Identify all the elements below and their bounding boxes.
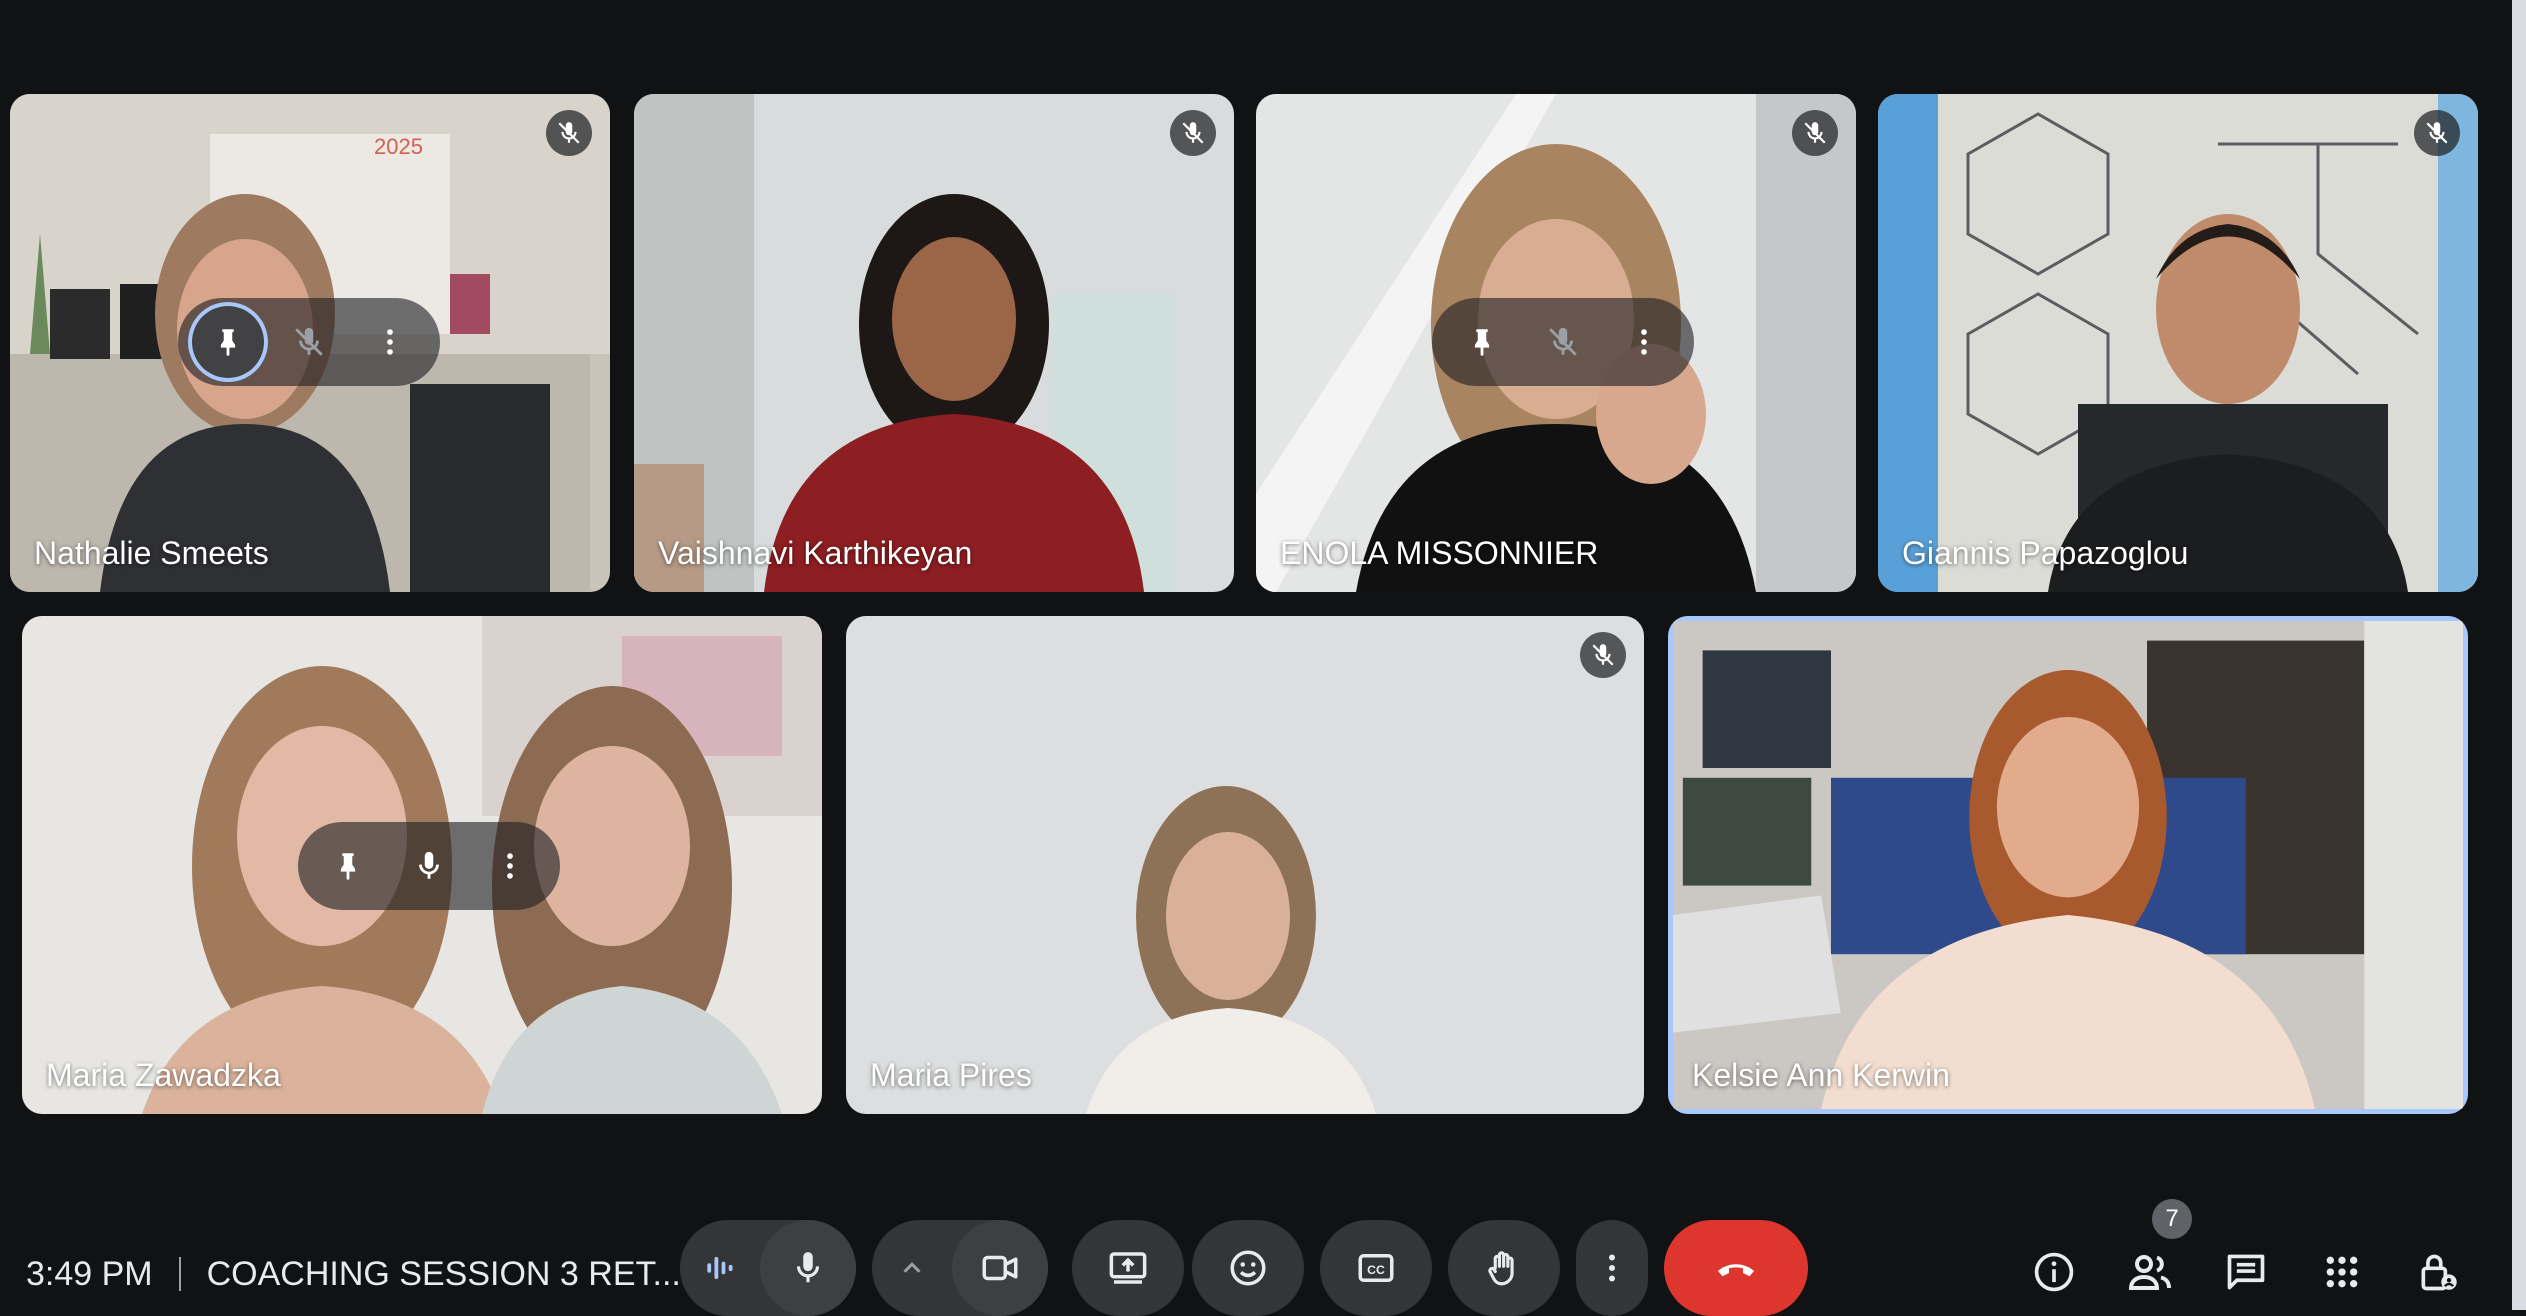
more-vert-icon (506, 853, 513, 879)
mute-indicator (1170, 110, 1216, 156)
participant-name: Giannis Papazoglou (1902, 535, 2189, 571)
meeting-details-button[interactable] (2022, 1240, 2086, 1304)
pin-button[interactable] (308, 826, 388, 906)
leave-call-button[interactable] (1664, 1220, 1808, 1316)
tile-hover-controls (178, 298, 440, 386)
chat-icon (2227, 1254, 2265, 1290)
mic-off-icon (295, 327, 323, 356)
raise-hand-icon (1488, 1251, 1514, 1286)
mic-off-icon (1592, 644, 1614, 666)
camera-control (872, 1220, 1048, 1316)
camera-toggle-button[interactable] (952, 1220, 1048, 1316)
mute-indicator (546, 110, 592, 156)
activities-button[interactable] (2310, 1240, 2374, 1304)
more-vert-icon (386, 329, 393, 355)
participant-tile[interactable]: 2025 Nathalie Smeets (10, 94, 610, 592)
meeting-control-bar: 3:49 PM COACHING SESSION 3 RET... CC (0, 1190, 2526, 1316)
mic-off-icon (1549, 327, 1577, 356)
video-feed (846, 616, 1644, 1114)
pin-icon (1475, 329, 1490, 357)
participant-name: Maria Pires (870, 1057, 1032, 1093)
mic-off-icon (2426, 122, 2448, 144)
apps-grid-icon (2326, 1256, 2358, 1288)
video-feed (1673, 621, 2463, 1109)
participant-name: Kelsie Ann Kerwin (1692, 1057, 1950, 1093)
host-controls-button[interactable] (2406, 1240, 2470, 1304)
raise-hand-button[interactable] (1448, 1220, 1560, 1316)
mute-indicator (1792, 110, 1838, 156)
chevron-up-icon (903, 1262, 921, 1273)
reactions-button[interactable] (1192, 1220, 1304, 1316)
svg-text:CC: CC (1367, 1263, 1385, 1277)
video-feed (1878, 94, 2478, 592)
window-edge (2512, 0, 2526, 1310)
meeting-details: 3:49 PM COACHING SESSION 3 RET... (26, 1252, 681, 1296)
emoji-icon (1230, 1250, 1266, 1286)
participant-tile[interactable]: Vaishnavi Karthikeyan (634, 94, 1234, 592)
participant-tile[interactable]: Maria Pires (846, 616, 1644, 1114)
pin-button[interactable] (1442, 302, 1522, 382)
videocam-icon (982, 1255, 1018, 1281)
participant-count-badge: 7 (2152, 1199, 2192, 1239)
captions-button[interactable]: CC (1320, 1220, 1432, 1316)
more-vert-icon (1640, 329, 1647, 355)
participant-name: ENOLA MISSONNIER (1280, 535, 1599, 571)
participant-tile[interactable]: Giannis Papazoglou (1878, 94, 2478, 592)
more-options-button[interactable] (1604, 302, 1684, 382)
wall-calendar-year: 2025 (374, 134, 423, 159)
present-screen-icon (1109, 1252, 1147, 1284)
participant-name: Nathalie Smeets (34, 535, 269, 571)
pin-icon (341, 853, 356, 881)
chat-button[interactable] (2214, 1240, 2278, 1304)
pin-button[interactable] (188, 302, 269, 382)
mic-off-icon (1182, 122, 1204, 144)
more-options-button[interactable] (1576, 1220, 1648, 1316)
separator (178, 1257, 181, 1291)
participant-tile-active-speaker[interactable]: Kelsie Ann Kerwin (1668, 616, 2468, 1114)
participant-name: Vaishnavi Karthikeyan (658, 535, 973, 571)
mic-toggle-button[interactable] (760, 1220, 856, 1316)
mute-participant-button[interactable] (1523, 302, 1603, 382)
mic-off-icon (1804, 122, 1826, 144)
mute-participant-button[interactable] (269, 302, 349, 382)
mic-icon (419, 851, 439, 879)
present-screen-button[interactable] (1072, 1220, 1184, 1316)
microphone-control (680, 1220, 856, 1316)
more-vert-icon (1609, 1254, 1615, 1282)
participant-name: Maria Zawadzka (46, 1057, 281, 1093)
mic-icon (796, 1252, 820, 1283)
info-icon (2034, 1252, 2074, 1292)
mute-indicator (1580, 632, 1626, 678)
tile-hover-controls (1432, 298, 1694, 386)
pin-icon (221, 329, 236, 357)
mute-indicator (2414, 110, 2460, 156)
audio-settings-button[interactable] (680, 1220, 760, 1316)
mute-participant-button[interactable] (389, 826, 469, 906)
people-button[interactable] (2118, 1240, 2182, 1304)
participant-tile[interactable]: ENOLA MISSONNIER (1256, 94, 1856, 592)
meeting-time: 3:49 PM (26, 1254, 153, 1293)
participant-tile[interactable]: Maria Zawadzka (22, 616, 822, 1114)
people-icon (2128, 1255, 2171, 1290)
meeting-title: COACHING SESSION 3 RET... (206, 1254, 681, 1293)
more-options-button[interactable] (350, 302, 430, 382)
more-options-button[interactable] (470, 826, 550, 906)
host-controls-lock-icon (2421, 1254, 2457, 1291)
video-settings-button[interactable] (872, 1220, 952, 1316)
end-call-icon (1718, 1264, 1754, 1277)
video-feed (634, 94, 1234, 592)
tile-hover-controls (298, 822, 560, 910)
mic-off-icon (558, 122, 580, 144)
audio-level-icon (707, 1256, 733, 1280)
closed-captions-icon: CC (1358, 1254, 1394, 1282)
